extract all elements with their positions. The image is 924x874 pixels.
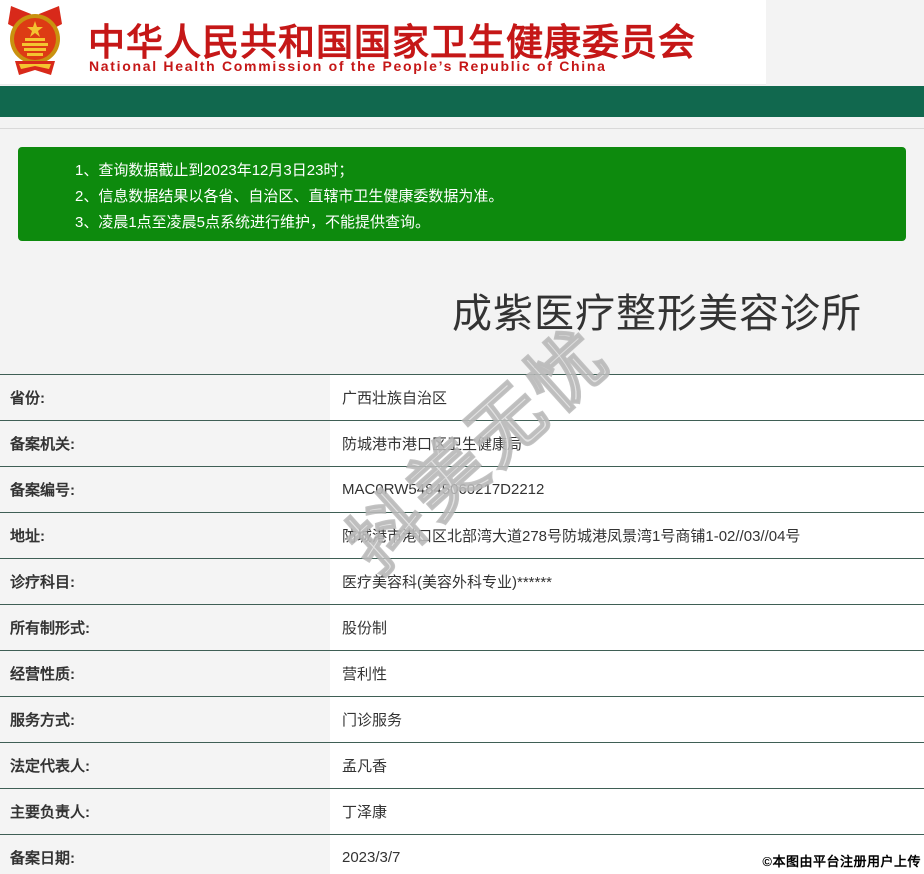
field-value: 防城港市港口区北部湾大道278号防城港凤景湾1号商铺1-02//03//04号 — [330, 513, 924, 558]
notice-line-2: 2、信息数据结果以各省、自治区、直辖市卫生健康委数据为准。 — [75, 188, 504, 205]
field-label: 备案编号: — [0, 467, 330, 512]
table-row: 备案编号: MAC0RW54845060217D2212 — [0, 466, 924, 512]
field-label: 备案机关: — [0, 421, 330, 466]
field-label: 经营性质: — [0, 651, 330, 696]
table-row: 法定代表人: 孟凡香 — [0, 742, 924, 788]
field-label: 地址: — [0, 513, 330, 558]
table-row: 备案机关: 防城港市港口区卫生健康局 — [0, 420, 924, 466]
field-label: 主要负责人: — [0, 789, 330, 834]
site-title-en: National Health Commission of the People… — [89, 58, 607, 74]
upload-credit-badge: ©本图由平台注册用户上传 — [762, 854, 921, 869]
notice-line-1: 1、查询数据截止到2023年12月3日23时； — [75, 162, 354, 179]
nhc-query-page: 中华人民共和国国家卫生健康委员会 National Health Commiss… — [0, 0, 924, 874]
table-row: 省份: 广西壮族自治区 — [0, 374, 924, 420]
table-row: 诊疗科目: 医疗美容科(美容外科专业)****** — [0, 558, 924, 604]
table-row: 经营性质: 营利性 — [0, 650, 924, 696]
field-label: 省份: — [0, 375, 330, 420]
site-header: 中华人民共和国国家卫生健康委员会 National Health Commiss… — [0, 0, 766, 85]
china-national-emblem-icon — [8, 6, 62, 75]
field-value: 股份制 — [330, 605, 924, 650]
field-label: 所有制形式: — [0, 605, 330, 650]
divider-line — [0, 128, 924, 129]
field-value: 广西壮族自治区 — [330, 375, 924, 420]
notice-box: 1、查询数据截止到2023年12月3日23时； 2、信息数据结果以各省、自治区、… — [18, 147, 906, 241]
notice-line-3: 3、凌晨1点至凌晨5点系统进行维护，不能提供查询。 — [75, 214, 431, 231]
table-row: 主要负责人: 丁泽康 — [0, 788, 924, 834]
clinic-name-title: 成紫医疗整形美容诊所 — [452, 292, 862, 336]
field-label: 服务方式: — [0, 697, 330, 742]
field-value: 丁泽康 — [330, 789, 924, 834]
field-value: MAC0RW54845060217D2212 — [330, 467, 924, 512]
field-value: 门诊服务 — [330, 697, 924, 742]
table-row: 地址: 防城港市港口区北部湾大道278号防城港凤景湾1号商铺1-02//03//0… — [0, 512, 924, 558]
field-value: 孟凡香 — [330, 743, 924, 788]
table-row: 所有制形式: 股份制 — [0, 604, 924, 650]
field-value: 营利性 — [330, 651, 924, 696]
field-label: 备案日期: — [0, 835, 330, 874]
table-row: 服务方式: 门诊服务 — [0, 696, 924, 742]
field-value: 医疗美容科(美容外科专业)****** — [330, 559, 924, 604]
record-table: 省份: 广西壮族自治区 备案机关: 防城港市港口区卫生健康局 备案编号: MAC0RW54… — [0, 374, 924, 874]
nav-bar — [0, 86, 924, 117]
field-label: 诊疗科目: — [0, 559, 330, 604]
field-label: 法定代表人: — [0, 743, 330, 788]
field-value: 防城港市港口区卫生健康局 — [330, 421, 924, 466]
